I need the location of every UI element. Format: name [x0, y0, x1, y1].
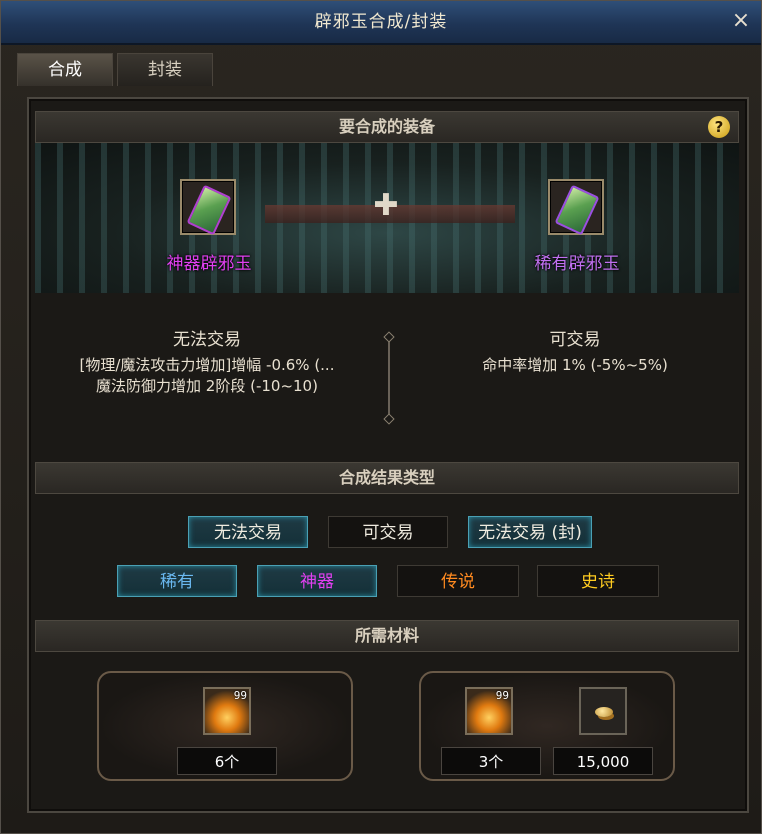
gold-coin-icon[interactable]: [579, 687, 627, 735]
title-bar: 辟邪玉合成/封装: [1, 1, 761, 45]
grade-option-legendary[interactable]: 传说: [397, 565, 519, 597]
right-trade-status: 可交易: [549, 330, 601, 350]
plus-icon: ✚: [373, 188, 399, 223]
right-option-line: 命中率增加 1% (-5%~5%): [482, 356, 668, 374]
trade-option-tradable[interactable]: 可交易: [328, 516, 448, 548]
stack-count: 99: [495, 689, 509, 702]
materials-section-title: 所需材料: [354, 626, 419, 645]
left-trade-status: 无法交易: [173, 330, 241, 350]
material-quantity: 6个: [177, 747, 277, 775]
result-section-header: 合成结果类型: [35, 462, 739, 494]
left-option-line: [物理/魔法攻击力增加]增幅 -0.6% (...: [79, 356, 335, 374]
coin-shape: [595, 707, 613, 717]
synthesis-window: 辟邪玉合成/封装 × 合成 封装 要合成的装备 ? 神器辟邪玉 ✚ 稀有辟邪玉 …: [0, 0, 762, 834]
tab-bar: 合成 封装: [17, 53, 213, 87]
left-item-info: 无法交易 [物理/魔法攻击力增加]增幅 -0.6% (... 魔法防御力增加 2…: [37, 325, 377, 396]
flame-material-icon[interactable]: 99: [465, 687, 513, 735]
close-icon[interactable]: ×: [729, 9, 753, 33]
material-quantity: 3个: [441, 747, 541, 775]
equip-section-header: 要合成的装备 ?: [35, 111, 739, 143]
right-item-info: 可交易 命中率增加 1% (-5%~5%): [405, 325, 745, 375]
info-divider: [388, 337, 390, 419]
jade-icon: [554, 184, 600, 236]
gold-cost: 15,000: [553, 747, 653, 775]
trade-option-untradable[interactable]: 无法交易: [188, 516, 308, 548]
materials-section-header: 所需材料: [35, 620, 739, 652]
window-title: 辟邪玉合成/封装: [314, 12, 448, 32]
result-section-title: 合成结果类型: [338, 468, 435, 487]
grade-option-rare[interactable]: 稀有: [117, 565, 237, 597]
grade-option-epic[interactable]: 史诗: [537, 565, 659, 597]
right-item-name: 稀有辟邪玉: [534, 254, 620, 274]
tab-synthesize[interactable]: 合成: [17, 53, 113, 86]
jade-icon: [186, 184, 232, 236]
tab-seal[interactable]: 封装: [117, 53, 213, 86]
left-item-name: 神器辟邪玉: [166, 254, 252, 274]
help-icon[interactable]: ?: [708, 116, 730, 138]
stack-count: 99: [233, 689, 247, 702]
right-item-slot[interactable]: [548, 179, 604, 236]
flame-material-icon[interactable]: 99: [203, 687, 251, 735]
grade-option-artifact[interactable]: 神器: [257, 565, 377, 597]
equip-section-title: 要合成的装备: [338, 117, 435, 136]
left-option-line: 魔法防御力增加 2阶段 (-10~10): [96, 377, 318, 395]
left-item-slot[interactable]: [180, 179, 236, 236]
trade-option-sealed[interactable]: 无法交易 (封): [468, 516, 592, 548]
